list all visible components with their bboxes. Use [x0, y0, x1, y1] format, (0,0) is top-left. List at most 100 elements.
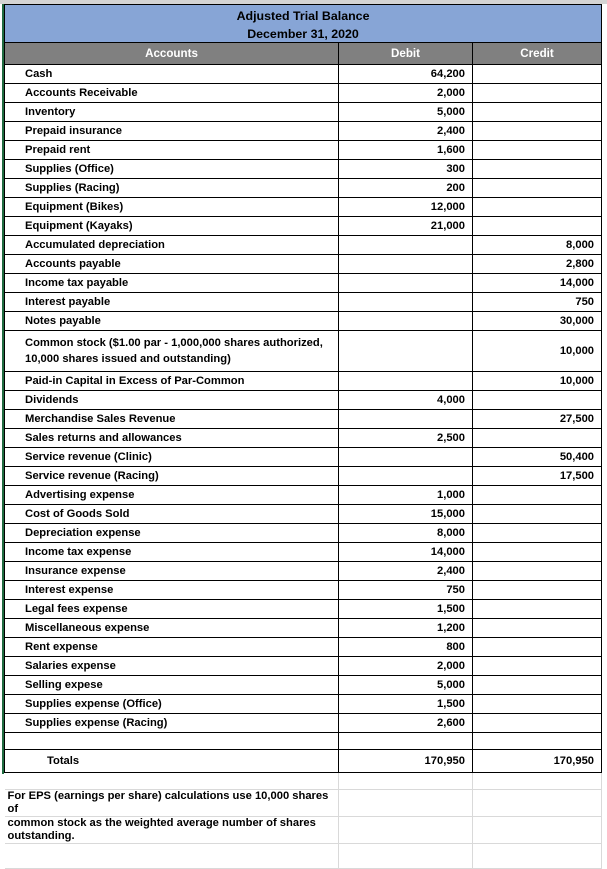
- credit-amount-cell[interactable]: [471, 523, 603, 543]
- debit-amount-cell[interactable]: [338, 371, 473, 391]
- account-name-cell[interactable]: Service revenue (Racing): [4, 466, 339, 486]
- account-name-cell[interactable]: Depreciation expense: [4, 523, 339, 543]
- credit-amount-cell[interactable]: [471, 83, 603, 103]
- account-name-cell[interactable]: Income tax payable: [4, 273, 339, 293]
- account-name-cell[interactable]: Rent expense: [4, 637, 339, 657]
- account-name-cell[interactable]: Dividends: [4, 390, 339, 410]
- credit-amount-cell[interactable]: [471, 599, 603, 619]
- credit-amount-cell[interactable]: 750: [471, 292, 603, 312]
- credit-amount-cell[interactable]: 8,000: [471, 235, 603, 255]
- debit-amount-cell[interactable]: 1,600: [338, 140, 473, 160]
- account-name-cell[interactable]: [4, 732, 339, 750]
- credit-amount-cell[interactable]: [471, 102, 603, 122]
- debit-amount-cell[interactable]: 2,000: [338, 656, 473, 676]
- credit-amount-cell[interactable]: [471, 159, 603, 179]
- debit-amount-cell[interactable]: [338, 235, 473, 255]
- debit-amount-cell[interactable]: [338, 254, 473, 274]
- credit-amount-cell[interactable]: 17,500: [471, 466, 603, 486]
- account-name-cell[interactable]: Insurance expense: [4, 561, 339, 581]
- credit-amount-cell[interactable]: [471, 694, 603, 714]
- account-name-cell[interactable]: Income tax expense: [4, 542, 339, 562]
- account-name-cell[interactable]: Interest payable: [4, 292, 339, 312]
- credit-amount-cell[interactable]: [471, 542, 603, 562]
- debit-amount-cell[interactable]: 750: [338, 580, 473, 600]
- credit-amount-cell[interactable]: [471, 216, 603, 236]
- debit-amount-cell[interactable]: 1,500: [338, 694, 473, 714]
- credit-amount-cell[interactable]: [471, 485, 603, 505]
- credit-amount-cell[interactable]: [471, 713, 603, 733]
- account-name-cell[interactable]: Salaries expense: [4, 656, 339, 676]
- account-name-cell[interactable]: Supplies (Racing): [4, 178, 339, 198]
- debit-amount-cell[interactable]: 5,000: [338, 675, 473, 695]
- credit-amount-cell[interactable]: [471, 64, 603, 84]
- debit-amount-cell[interactable]: [338, 447, 473, 467]
- credit-amount-cell[interactable]: 2,800: [471, 254, 603, 274]
- account-name-cell[interactable]: Notes payable: [4, 311, 339, 331]
- account-name-cell[interactable]: Prepaid insurance: [4, 121, 339, 141]
- account-name-cell[interactable]: Supplies (Office): [4, 159, 339, 179]
- account-name-cell[interactable]: Accounts payable: [4, 254, 339, 274]
- credit-amount-cell[interactable]: 30,000: [471, 311, 603, 331]
- credit-amount-cell[interactable]: [471, 732, 603, 750]
- debit-amount-cell[interactable]: 2,600: [338, 713, 473, 733]
- debit-amount-cell[interactable]: 1,000: [338, 485, 473, 505]
- account-name-cell[interactable]: Supplies expense (Office): [4, 694, 339, 714]
- debit-amount-cell[interactable]: 200: [338, 178, 473, 198]
- account-name-cell[interactable]: Supplies expense (Racing): [4, 713, 339, 733]
- account-name-cell[interactable]: Selling expese: [4, 675, 339, 695]
- debit-amount-cell[interactable]: [338, 273, 473, 293]
- credit-amount-cell[interactable]: [471, 428, 603, 448]
- debit-amount-cell[interactable]: [338, 732, 473, 750]
- credit-amount-cell[interactable]: [471, 618, 603, 638]
- credit-amount-cell[interactable]: 50,400: [471, 447, 603, 467]
- debit-amount-cell[interactable]: 1,500: [338, 599, 473, 619]
- debit-amount-cell[interactable]: 64,200: [338, 64, 473, 84]
- debit-amount-cell[interactable]: [338, 330, 473, 372]
- debit-amount-cell[interactable]: [338, 292, 473, 312]
- debit-amount-cell[interactable]: 2,000: [338, 83, 473, 103]
- credit-amount-cell[interactable]: 14,000: [471, 273, 603, 293]
- account-name-cell[interactable]: Equipment (Bikes): [4, 197, 339, 217]
- debit-amount-cell[interactable]: 2,400: [338, 121, 473, 141]
- credit-amount-cell[interactable]: [471, 504, 603, 524]
- debit-amount-cell[interactable]: 800: [338, 637, 473, 657]
- account-name-cell[interactable]: Paid-in Capital in Excess of Par-Common: [4, 371, 339, 391]
- account-name-cell[interactable]: Common stock ($1.00 par - 1,000,000 shar…: [4, 330, 339, 372]
- credit-amount-cell[interactable]: [471, 580, 603, 600]
- account-name-cell[interactable]: Accounts Receivable: [4, 83, 339, 103]
- debit-amount-cell[interactable]: [338, 466, 473, 486]
- debit-amount-cell[interactable]: 14,000: [338, 542, 473, 562]
- debit-amount-cell[interactable]: 2,500: [338, 428, 473, 448]
- account-name-cell[interactable]: Interest expense: [4, 580, 339, 600]
- debit-amount-cell[interactable]: 21,000: [338, 216, 473, 236]
- debit-amount-cell[interactable]: 15,000: [338, 504, 473, 524]
- credit-amount-cell[interactable]: [471, 121, 603, 141]
- debit-amount-cell[interactable]: 2,400: [338, 561, 473, 581]
- account-name-cell[interactable]: Accumulated depreciation: [4, 235, 339, 255]
- column-header-accounts[interactable]: Accounts: [4, 42, 339, 65]
- account-name-cell[interactable]: Merchandise Sales Revenue: [4, 409, 339, 429]
- credit-amount-cell[interactable]: [471, 178, 603, 198]
- account-name-cell[interactable]: Advertising expense: [4, 485, 339, 505]
- column-header-credit[interactable]: Credit: [471, 42, 603, 65]
- account-name-cell[interactable]: Cost of Goods Sold: [4, 504, 339, 524]
- account-name-cell[interactable]: Miscellaneous expense: [4, 618, 339, 638]
- credit-amount-cell[interactable]: [471, 140, 603, 160]
- credit-amount-cell[interactable]: [471, 197, 603, 217]
- account-name-cell[interactable]: Prepaid rent: [4, 140, 339, 160]
- credit-amount-cell[interactable]: 10,000: [471, 330, 603, 372]
- credit-amount-cell[interactable]: [471, 561, 603, 581]
- account-name-cell[interactable]: Service revenue (Clinic): [4, 447, 339, 467]
- account-name-cell[interactable]: Legal fees expense: [4, 599, 339, 619]
- credit-amount-cell[interactable]: 10,000: [471, 371, 603, 391]
- credit-amount-cell[interactable]: 27,500: [471, 409, 603, 429]
- account-name-cell[interactable]: Sales returns and allowances: [4, 428, 339, 448]
- debit-amount-cell[interactable]: 8,000: [338, 523, 473, 543]
- debit-amount-cell[interactable]: 5,000: [338, 102, 473, 122]
- debit-amount-cell[interactable]: 300: [338, 159, 473, 179]
- debit-amount-cell[interactable]: 12,000: [338, 197, 473, 217]
- column-header-debit[interactable]: Debit: [338, 42, 473, 65]
- account-name-cell[interactable]: Equipment (Kayaks): [4, 216, 339, 236]
- account-name-cell[interactable]: Cash: [4, 64, 339, 84]
- account-name-cell[interactable]: Inventory: [4, 102, 339, 122]
